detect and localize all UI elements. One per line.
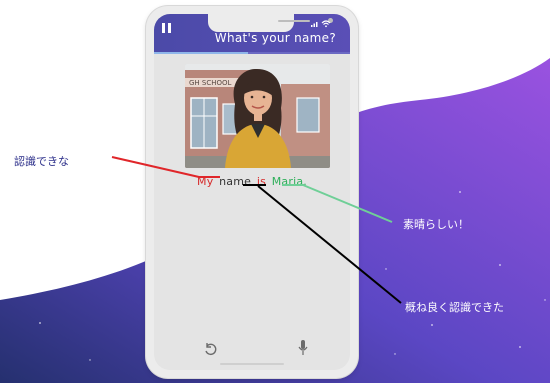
phone-screen: What's your name? GH SCHOOL My name is M… bbox=[154, 14, 350, 370]
recognized-sentence: My name is Maria. bbox=[154, 175, 350, 188]
status-icons bbox=[311, 20, 331, 28]
replay-icon[interactable] bbox=[203, 342, 217, 356]
signal-icon bbox=[311, 22, 318, 27]
page-title: What's your name? bbox=[214, 31, 336, 45]
progress-fill bbox=[154, 52, 249, 54]
character-illustration: GH SCHOOL bbox=[185, 64, 330, 168]
word-is: is bbox=[256, 175, 267, 188]
phone-notch bbox=[208, 14, 333, 32]
building-sign: GH SCHOOL bbox=[189, 79, 232, 87]
word-maria: Maria. bbox=[271, 175, 307, 188]
microphone-icon[interactable] bbox=[297, 339, 309, 357]
annotation-label-green: 素晴らしい！ bbox=[403, 218, 469, 231]
home-indicator bbox=[220, 363, 284, 365]
annotation-label-red: 認識できな bbox=[14, 155, 69, 168]
word-my: My bbox=[197, 175, 214, 188]
phone-frame: What's your name? GH SCHOOL My name is M… bbox=[146, 6, 358, 378]
notch-speaker bbox=[278, 20, 310, 22]
annotation-label-black: 概ね良く認識できた bbox=[405, 301, 504, 314]
progress-bar bbox=[154, 52, 350, 54]
word-name: name bbox=[219, 175, 252, 188]
wifi-icon bbox=[321, 20, 331, 28]
app-header: What's your name? bbox=[154, 14, 350, 54]
